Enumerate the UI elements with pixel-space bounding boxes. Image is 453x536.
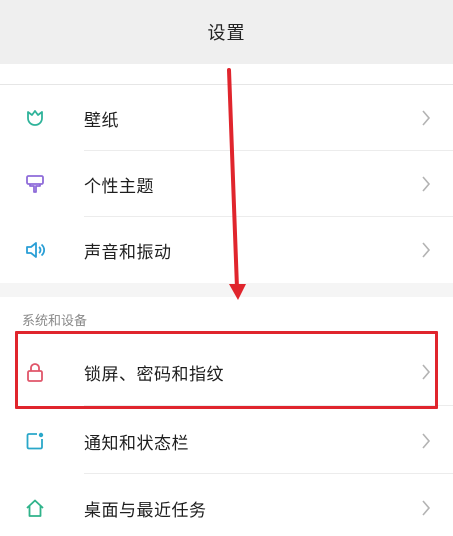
settings-item-label: 桌面与最近任务 [84, 500, 207, 521]
chevron-right-icon [419, 173, 433, 195]
settings-item-notifications-statusbar[interactable]: 通知和状态栏 [0, 408, 453, 474]
tulip-icon [22, 105, 48, 131]
settings-item-desktop-recents[interactable]: 桌面与最近任务 [0, 475, 453, 536]
settings-item-label: 个性主题 [84, 176, 154, 197]
settings-item-sound-vibration[interactable]: 声音和振动 [0, 217, 453, 283]
divider [84, 405, 453, 406]
settings-item-themes[interactable]: 个性主题 [0, 151, 453, 217]
section-header: 系统和设备 [22, 314, 88, 329]
chevron-right-icon [419, 239, 433, 261]
chevron-right-icon [419, 430, 433, 452]
settings-item-label: 通知和状态栏 [84, 433, 189, 454]
settings-item-label: 锁屏、密码和指纹 [84, 364, 224, 385]
settings-item-label: 壁纸 [84, 110, 119, 131]
title-bar: 设置 [0, 0, 453, 64]
section-separator [0, 283, 453, 297]
notification-icon [22, 428, 48, 454]
settings-item-wallpaper[interactable]: 壁纸 [0, 85, 453, 151]
divider [84, 473, 453, 474]
brush-icon [22, 171, 48, 197]
chevron-right-icon [419, 361, 433, 383]
home-icon [22, 495, 48, 521]
chevron-right-icon [419, 497, 433, 519]
settings-item-lockscreen-password-fingerprint[interactable]: 锁屏、密码和指纹 [0, 338, 453, 406]
settings-item-label: 声音和振动 [84, 242, 172, 263]
page-title: 设置 [207, 23, 246, 44]
lock-icon [22, 359, 48, 385]
speaker-icon [22, 237, 48, 263]
chevron-right-icon [419, 107, 433, 129]
